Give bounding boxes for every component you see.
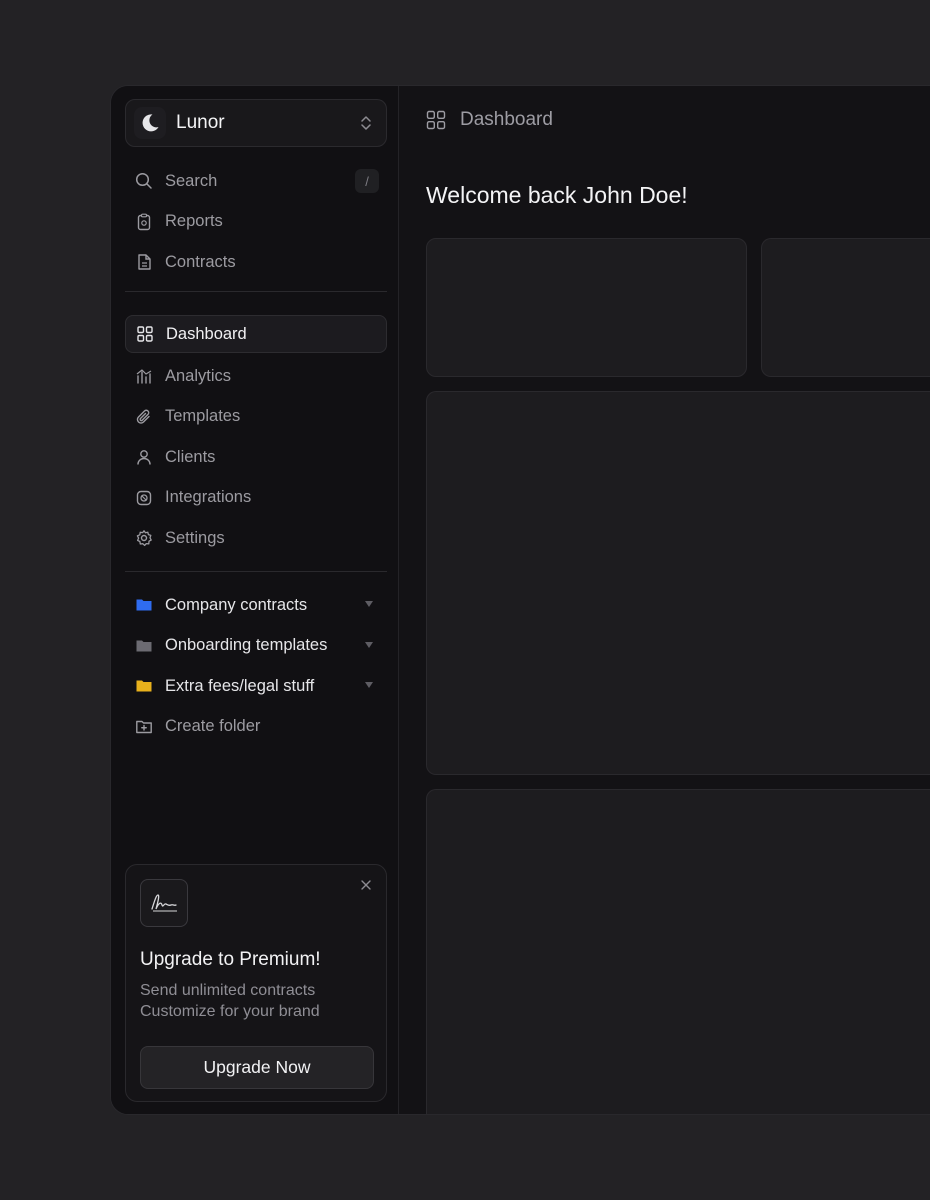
close-icon[interactable] [360,879,372,891]
folder-icon [135,637,153,655]
folder-label: Extra fees/legal stuff [165,676,315,695]
caret-down-icon[interactable] [365,682,373,688]
app-window: Lunor Search / Reports Contracts Dashboa… [110,85,930,1115]
document-icon [135,253,153,271]
sidebar-item-label: Reports [165,212,223,230]
breadcrumb-label: Dashboard [460,109,553,130]
main-nav: Dashboard Analytics Templates Clients In… [125,315,387,560]
stat-card [761,238,930,377]
sidebar-item-analytics[interactable]: Analytics [125,357,387,395]
sidebar-item-contracts[interactable]: Contracts [125,243,387,281]
moon-icon [134,107,166,139]
create-folder-button[interactable]: Create folder [125,708,387,746]
paperclip-icon [135,408,153,426]
sidebar-item-settings[interactable]: Settings [125,519,387,557]
search-icon [135,172,153,190]
sidebar-item-label: Integrations [165,488,252,506]
divider [125,291,387,292]
upgrade-now-button[interactable]: Upgrade Now [140,1046,374,1089]
folder-company-contracts[interactable]: Company contracts [125,586,387,624]
sidebar-item-dashboard[interactable]: Dashboard [125,315,387,353]
folder-label: Company contracts [165,595,308,614]
search-label: Search [165,171,218,190]
promo-line: Customize for your brand [140,1003,320,1020]
sidebar-item-label: Clients [165,447,216,466]
top-nav: Search / Reports Contracts [125,162,387,284]
gear-icon [135,529,153,547]
breadcrumb: Dashboard [426,109,553,131]
search-item[interactable]: Search / [125,162,387,200]
stat-card [426,238,747,377]
folder-extra-fees[interactable]: Extra fees/legal stuff [125,667,387,705]
folder-icon [135,677,153,695]
page-title: Welcome back John Doe! [426,182,688,208]
sidebar: Lunor Search / Reports Contracts Dashboa… [111,86,399,1114]
folder-plus-icon [135,718,153,736]
sidebar-item-integrations[interactable]: Integrations [125,479,387,517]
sidebar-item-label: Contracts [165,252,236,271]
workspace-switcher[interactable]: Lunor [125,99,387,147]
sidebar-item-label: Templates [165,407,241,425]
sidebar-item-label: Analytics [165,366,232,385]
folders-nav: Company contracts Onboarding templates E… [125,586,387,748]
signature-icon [140,879,188,927]
chevron-up-down-icon [361,116,371,130]
folder-label: Onboarding templates [165,636,328,654]
main-content: Dashboard Welcome back John Doe! [400,86,930,1114]
grid-icon [136,325,154,343]
sidebar-item-label: Dashboard [166,324,247,343]
upgrade-promo-card: Upgrade to Premium! Send unlimited contr… [125,864,387,1102]
integrations-icon [135,489,153,507]
caret-down-icon[interactable] [365,641,373,648]
create-folder-label: Create folder [165,717,261,735]
sidebar-item-label: Settings [165,528,225,547]
sidebar-item-templates[interactable]: Templates [125,398,387,436]
report-icon [135,213,153,231]
folder-icon [135,596,153,614]
table-panel [426,789,930,1114]
folder-onboarding-templates[interactable]: Onboarding templates [125,627,387,665]
promo-title: Upgrade to Premium! [140,949,321,970]
chart-panel [426,391,930,775]
user-icon [135,448,153,466]
caret-down-icon[interactable] [365,601,373,607]
analytics-icon [135,367,153,385]
search-shortcut: / [355,169,379,193]
divider [125,571,387,572]
workspace-name: Lunor [176,112,225,133]
grid-icon [426,110,446,130]
sidebar-item-clients[interactable]: Clients [125,438,387,476]
sidebar-item-reports[interactable]: Reports [125,203,387,241]
promo-line: Send unlimited contracts [140,982,316,999]
